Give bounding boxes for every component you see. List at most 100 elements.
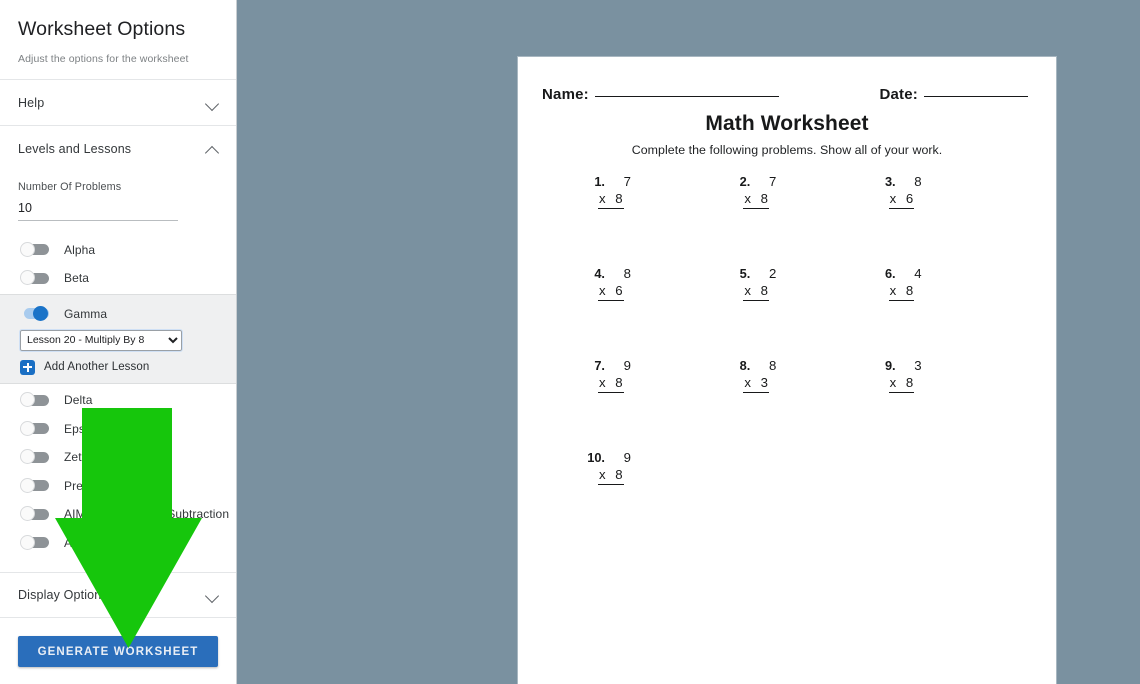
toggle-row-zeta[interactable]: Zeta [0, 443, 236, 472]
problem-operand-bottom: 8 [905, 283, 914, 298]
problem-operand-top: 9 [623, 450, 631, 465]
problem-item: 3. 8 x 6 [875, 174, 1020, 266]
date-label: Date: [879, 86, 918, 103]
divider [0, 617, 236, 618]
problem-number: 10. [587, 450, 605, 465]
toggle-row-gamma[interactable]: Gamma [0, 299, 236, 328]
problem-operator: x [889, 191, 897, 206]
toggle-label-aim-addition-subtraction: AIM - Addition and Subtraction [64, 507, 230, 522]
problem-operand-top: 8 [623, 266, 631, 281]
problem-item: 10. 9 x 8 [584, 450, 729, 542]
problem-item: 4. 8 x 6 [584, 266, 729, 358]
toggle-switch-aim-multiplication[interactable] [20, 534, 50, 550]
problem-operand-top: 8 [768, 358, 777, 373]
toggle-knob [20, 477, 35, 493]
toggle-switch-zeta[interactable] [20, 449, 50, 465]
toggle-switch-alpha[interactable] [20, 241, 50, 257]
date-field: Date: [879, 86, 1028, 103]
problem-item: 6. 4 x 8 [875, 266, 1020, 358]
problem-item: 8. 8 x 3 [729, 358, 874, 450]
toggle-label-aim-multiplication: AIM - Multiplication [64, 535, 168, 550]
problem-number: 5. [739, 266, 751, 281]
toggle-switch-pre-algebra[interactable] [20, 477, 50, 493]
problem-number: 9. [884, 358, 896, 373]
toggle-switch-beta[interactable] [20, 270, 50, 286]
problem-number: 4. [594, 266, 605, 281]
problem-number: 6. [884, 266, 896, 281]
toggle-row-pre-algebra[interactable]: Pre-Algebra [0, 471, 236, 500]
problem-item: 7. 9 x 8 [584, 358, 729, 450]
sidebar-header: Worksheet Options Adjust the options for… [0, 0, 236, 79]
number-of-problems-input[interactable] [18, 199, 178, 222]
toggle-row-beta[interactable]: Beta [0, 264, 236, 293]
toggle-knob [20, 241, 35, 257]
problem-operand-top: 9 [623, 358, 631, 373]
problem-number: 1. [594, 174, 605, 189]
toggle-label-zeta: Zeta [64, 450, 89, 465]
page-title: Worksheet Options [18, 18, 186, 40]
toggle-row-aim-addition-subtraction[interactable]: AIM - Addition and Subtraction [0, 500, 236, 529]
problem-operator: x [599, 191, 606, 206]
worksheet-instructions: Complete the following problems. Show al… [631, 143, 943, 157]
plus-square-icon [20, 359, 35, 375]
toggle-switch-delta[interactable] [20, 392, 50, 408]
toggle-row-epsilon[interactable]: Epsilon [0, 414, 236, 443]
toggle-switch-epsilon[interactable] [20, 420, 50, 436]
worksheet-options-sidebar: Worksheet Options Adjust the options for… [0, 0, 237, 684]
problem-operand-top: 7 [623, 174, 631, 189]
problem-operand-top: 7 [768, 174, 777, 189]
problem-row: 7. 9 x 8 8. 8 x 3 9. 3 x 8 [584, 358, 1020, 450]
toggle-label-epsilon: Epsilon [64, 421, 105, 436]
number-of-problems-label: Number Of Problems [18, 181, 122, 194]
date-write-line [924, 96, 1028, 97]
toggle-row-alpha[interactable]: Alpha [0, 235, 236, 264]
level-toggle-list: Alpha Beta Gamma Lesson 20 - Multiply By… [0, 235, 236, 557]
problem-item: 1. 7 x 8 [584, 174, 729, 266]
toggle-knob [20, 420, 35, 436]
problem-operator: x [889, 375, 897, 390]
generate-button-container: GENERATE WORKSHEET [0, 624, 236, 684]
toggle-label-pre-algebra: Pre-Algebra [64, 478, 130, 493]
problem-operand-top: 8 [914, 174, 922, 189]
name-label: Name: [542, 86, 589, 103]
page-subtitle: Adjust the options for the worksheet [18, 53, 189, 66]
problem-operator: x [889, 283, 897, 298]
toggle-row-delta[interactable]: Delta [0, 386, 236, 415]
problem-operator: x [599, 467, 606, 482]
lesson-select[interactable]: Lesson 20 - Multiply By 8 [19, 328, 183, 352]
problem-number: 3. [884, 174, 896, 189]
accordion-display-options[interactable]: Display Options [0, 573, 236, 617]
accordion-levels-and-lessons[interactable]: Levels and Lessons [0, 126, 236, 172]
problem-number: 2. [739, 174, 751, 189]
toggle-knob [33, 305, 48, 321]
toggle-switch-aim-addition-subtraction[interactable] [20, 506, 50, 522]
toggle-row-aim-multiplication[interactable]: AIM - Multiplication [0, 528, 236, 557]
problem-item: 9. 3 x 8 [875, 358, 1020, 450]
generate-worksheet-button[interactable]: GENERATE WORKSHEET [18, 636, 218, 667]
problem-number: 8. [739, 358, 751, 373]
problem-grid: 1. 7 x 8 2. 7 x 8 3. 8 x 6 4. 8 x 6 5. 2… [518, 174, 1056, 542]
add-another-lesson-button[interactable]: Add Another Lesson [20, 359, 236, 375]
display-options-container: Display Options [0, 572, 236, 618]
toggle-label-gamma: Gamma [64, 306, 108, 321]
chevron-down-icon [206, 588, 220, 602]
problem-operand-bottom: 3 [760, 375, 768, 390]
problem-number: 7. [594, 358, 605, 373]
problem-operand-bottom: 8 [760, 191, 768, 206]
name-field: Name: [542, 86, 779, 103]
problem-item: 2. 7 x 8 [729, 174, 874, 266]
chevron-down-icon [206, 96, 220, 110]
toggle-switch-gamma[interactable] [20, 305, 50, 321]
problem-operand-bottom: 8 [615, 467, 623, 482]
accordion-help[interactable]: Help [0, 80, 236, 126]
name-write-line [594, 96, 779, 97]
problem-operand-bottom: 8 [615, 191, 623, 206]
problem-row: 10. 9 x 8 [584, 450, 1020, 542]
problem-operand-bottom: 8 [760, 283, 768, 298]
problem-row: 1. 7 x 8 2. 7 x 8 3. 8 x 6 [584, 174, 1020, 266]
problem-operand-bottom: 8 [905, 375, 914, 390]
accordion-display-options-label: Display Options [18, 588, 108, 602]
toggle-label-delta: Delta [64, 393, 93, 408]
problem-operator: x [599, 375, 606, 390]
problem-operand-bottom: 6 [615, 283, 623, 298]
